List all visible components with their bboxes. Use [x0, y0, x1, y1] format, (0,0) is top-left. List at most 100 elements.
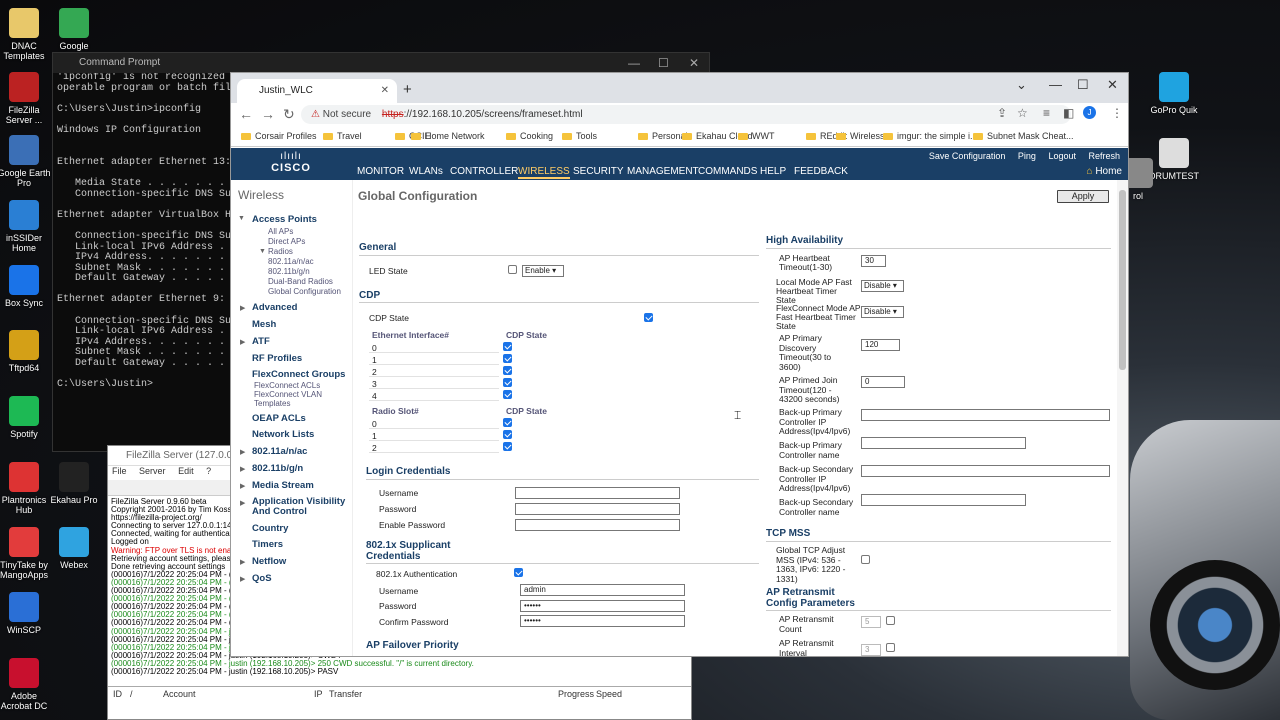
- sidebar-item-flexconnect-groups[interactable]: FlexConnect Groups: [252, 369, 345, 380]
- heartbeat-input[interactable]: 30: [861, 255, 886, 267]
- col-ip[interactable]: IP: [314, 687, 323, 701]
- tab-close-icon[interactable]: ✕: [381, 79, 389, 103]
- url-bar[interactable]: ⚠ Not secure https://192.168.10.205/scre…: [301, 105, 1071, 124]
- cdp-row-checkbox[interactable]: [503, 430, 512, 439]
- sidebar-item-advanced[interactable]: Advanced: [252, 302, 297, 313]
- expand-icon[interactable]: ▶: [240, 499, 245, 507]
- col-id[interactable]: ID: [113, 687, 122, 701]
- sidebar-item-radio-a[interactable]: 802.11a/n/ac: [268, 257, 314, 266]
- col-speed[interactable]: Speed: [596, 687, 622, 701]
- menu-wireless[interactable]: WIRELESS: [518, 166, 570, 179]
- expand-icon[interactable]: ▶: [240, 304, 245, 312]
- sidebar-item-timers[interactable]: Timers: [252, 539, 283, 550]
- bookmark-star-icon[interactable]: ☆: [1017, 106, 1028, 120]
- cdp-row-checkbox[interactable]: [503, 442, 512, 451]
- save-configuration-link[interactable]: Save Configuration: [929, 151, 1006, 161]
- bookmark-item[interactable]: Wireless: [836, 125, 885, 147]
- tcp-mss-checkbox[interactable]: [861, 555, 870, 564]
- col-progress[interactable]: Progress: [558, 687, 594, 701]
- bookmark-item[interactable]: imgur: the simple i...: [883, 125, 978, 147]
- page-scrollbar[interactable]: [1117, 180, 1128, 656]
- cdp-row-checkbox[interactable]: [503, 390, 512, 399]
- maximize-icon[interactable]: ☐: [658, 53, 669, 73]
- sidebar-item-radios[interactable]: Radios: [268, 247, 293, 256]
- sidebar-item-global-config[interactable]: Global Configuration: [268, 287, 341, 296]
- menu-management[interactable]: MANAGEMENT: [627, 166, 699, 177]
- expand-icon[interactable]: ▶: [240, 448, 245, 456]
- logout-link[interactable]: Logout: [1048, 151, 1076, 161]
- desktop-icon[interactable]: inSSIDer Home: [0, 200, 54, 253]
- ping-link[interactable]: Ping: [1018, 151, 1036, 161]
- dot1x-username-input[interactable]: admin: [520, 584, 685, 596]
- bookmark-item[interactable]: Tools: [562, 125, 597, 147]
- led-state-select[interactable]: Enable ▾: [522, 265, 564, 277]
- password-input[interactable]: [515, 503, 680, 515]
- sidebar-item-flexconnect-acls[interactable]: FlexConnect ACLs: [254, 381, 320, 390]
- reading-list-icon[interactable]: ≡: [1043, 106, 1050, 120]
- sidebar-item-access-points[interactable]: Access Points: [252, 214, 317, 225]
- backup-secondary-ip-input[interactable]: [861, 465, 1110, 477]
- refresh-link[interactable]: Refresh: [1088, 151, 1120, 161]
- bookmark-item[interactable]: Personal: [638, 125, 688, 147]
- expand-icon[interactable]: ▼: [238, 215, 245, 222]
- backup-primary-name-input[interactable]: [861, 437, 1026, 449]
- expand-icon[interactable]: ▶: [240, 558, 245, 566]
- sidebar-item-80211a[interactable]: 802.11a/n/ac: [252, 446, 307, 457]
- sidebar-item-atf[interactable]: ATF: [252, 336, 270, 347]
- sidebar-item-mesh[interactable]: Mesh: [252, 319, 276, 330]
- col-account[interactable]: Account: [163, 687, 196, 701]
- browser-tab[interactable]: Justin_WLC ✕: [237, 79, 397, 103]
- bookmark-item[interactable]: Travel: [323, 125, 362, 147]
- retransmit-interval-checkbox[interactable]: [886, 643, 895, 652]
- discovery-timeout-input[interactable]: 120: [861, 339, 900, 351]
- join-timeout-input[interactable]: 0: [861, 376, 905, 388]
- username-input[interactable]: [515, 487, 680, 499]
- menu-wlans[interactable]: WLANs: [409, 166, 443, 177]
- sidebar-item-rf-profiles[interactable]: RF Profiles: [252, 353, 302, 364]
- sidebar-item-radio-b[interactable]: 802.11b/g/n: [268, 267, 310, 276]
- desktop-icon[interactable]: Box Sync: [0, 265, 54, 308]
- maximize-icon[interactable]: ☐: [1077, 77, 1089, 93]
- dot1x-auth-checkbox[interactable]: [514, 568, 523, 577]
- sidebar-item-direct-aps[interactable]: Direct APs: [268, 237, 305, 246]
- expand-icon[interactable]: ▼: [259, 248, 266, 255]
- sidebar-item-flexconnect-vlan[interactable]: FlexConnect VLAN Templates: [254, 390, 322, 408]
- minimize-icon[interactable]: —: [1049, 77, 1062, 92]
- bookmark-item[interactable]: Corsair Profiles: [241, 125, 317, 147]
- sidebar-item-media-stream[interactable]: Media Stream: [252, 480, 314, 491]
- sidebar-item-dual-band[interactable]: Dual-Band Radios: [268, 277, 333, 286]
- expand-icon[interactable]: ▶: [240, 465, 245, 473]
- desktop-icon[interactable]: FileZilla Server ...: [0, 72, 54, 125]
- sidebar-item-avc[interactable]: Application Visibility And Control: [252, 497, 345, 517]
- menu-server[interactable]: Server: [139, 466, 166, 476]
- bookmark-item[interactable]: Cooking: [506, 125, 553, 147]
- sidebar-item-qos[interactable]: QoS: [252, 573, 272, 584]
- desktop-icon[interactable]: WinSCP: [0, 592, 54, 635]
- sidebar-item-80211b[interactable]: 802.11b/g/n: [252, 463, 303, 474]
- sidepanel-icon[interactable]: ◧: [1063, 106, 1074, 120]
- expand-icon[interactable]: ▶: [240, 482, 245, 490]
- bookmark-item[interactable]: WWT: [738, 125, 775, 147]
- cmd-title-bar[interactable]: Command Prompt — ☐ ✕: [53, 53, 709, 73]
- desktop-icon[interactable]: Adobe Acrobat DC: [0, 658, 54, 711]
- not-secure-label[interactable]: Not secure: [323, 109, 371, 120]
- backup-primary-ip-input[interactable]: [861, 409, 1110, 421]
- led-state-checkbox[interactable]: [508, 265, 517, 274]
- cdp-row-checkbox[interactable]: [503, 354, 512, 363]
- sidebar-item-network-lists[interactable]: Network Lists: [252, 429, 314, 440]
- menu-edit[interactable]: Edit: [178, 466, 194, 476]
- menu-controller[interactable]: CONTROLLER: [450, 166, 518, 177]
- warning-icon[interactable]: ⚠: [311, 109, 320, 120]
- menu-file[interactable]: File: [112, 466, 127, 476]
- dot1x-password-input[interactable]: ••••••: [520, 600, 685, 612]
- bookmark-item[interactable]: Subnet Mask Cheat...: [973, 125, 1074, 147]
- tab-search-icon[interactable]: ⌄: [1016, 77, 1027, 93]
- desktop-icon[interactable]: Ekahau Pro: [44, 462, 104, 505]
- expand-icon[interactable]: ▶: [240, 338, 245, 346]
- local-heartbeat-select[interactable]: Disable ▾: [861, 280, 904, 292]
- flex-heartbeat-select[interactable]: Disable ▾: [861, 306, 904, 318]
- confirm-password-input[interactable]: ••••••: [520, 615, 685, 627]
- retransmit-count-checkbox[interactable]: [886, 616, 895, 625]
- apply-button[interactable]: Apply: [1057, 190, 1109, 203]
- sidebar-item-netflow[interactable]: Netflow: [252, 556, 286, 567]
